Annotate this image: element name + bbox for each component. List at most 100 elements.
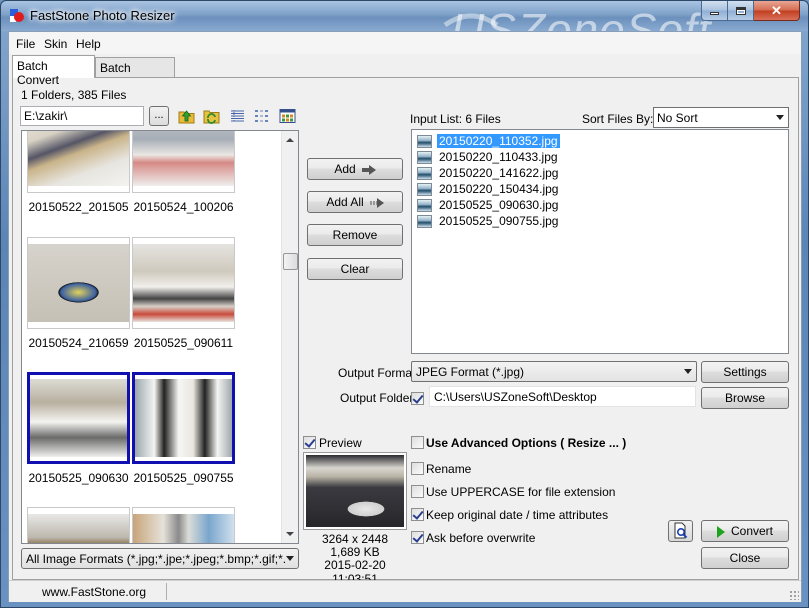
thumbnail-frame	[132, 237, 235, 329]
preview-image	[306, 455, 404, 527]
scrollbar-thumb[interactable]	[283, 253, 298, 270]
double-arrow-right-icon	[369, 197, 384, 208]
caption-buttons: ✕	[701, 1, 800, 21]
chevron-down-icon	[286, 556, 294, 561]
menu-help[interactable]: Help	[76, 37, 101, 51]
list-item[interactable]: 20150220_110352.jpg	[417, 133, 560, 149]
thumbnail-view-icon[interactable]	[279, 108, 296, 124]
file-name: 20150220_110433.jpg	[439, 150, 558, 164]
thumbnail-image	[133, 514, 234, 543]
thumbnail-item[interactable]: 20150524_210659	[27, 237, 130, 350]
output-folder-checkbox[interactable]	[411, 392, 424, 405]
thumbnail-frame	[132, 131, 235, 193]
minimize-icon	[710, 12, 719, 15]
minimize-button[interactable]	[701, 1, 728, 21]
title-bar[interactable]: FastStone Photo Resizer USZoneSoft.com ✕	[1, 1, 808, 56]
thumbnail-label: 20150524_210659	[28, 336, 129, 350]
add-all-button[interactable]: Add All	[307, 191, 403, 213]
play-icon	[716, 525, 725, 538]
thumbnail-frame	[132, 507, 235, 543]
browse-folder-button[interactable]: ...	[149, 106, 169, 126]
settings-button[interactable]: Settings	[701, 361, 789, 383]
image-file-icon	[417, 166, 432, 180]
clear-button[interactable]: Clear	[307, 258, 403, 280]
image-file-icon	[417, 182, 432, 196]
folder-count: 1 Folders, 385 Files	[21, 88, 127, 102]
uppercase-extension-label[interactable]: Use UPPERCASE for file extension	[426, 485, 615, 499]
ask-overwrite-checkbox[interactable]	[411, 531, 424, 544]
output-format-select[interactable]: JPEG Format (*.jpg)	[411, 361, 697, 382]
status-bar: www.FastStone.org	[9, 580, 801, 602]
thumbnail-item[interactable]: 20150522_201505	[27, 131, 130, 214]
convert-button-label: Convert	[730, 524, 774, 538]
input-file-list[interactable]: 20150220_110352.jpg 20150220_110433.jpg …	[411, 129, 789, 354]
add-all-button-label: Add All	[326, 195, 364, 209]
preview-output-button[interactable]	[668, 520, 693, 542]
output-folder-value: C:\Users\USZoneSoft\Desktop	[434, 390, 597, 404]
ask-overwrite-label[interactable]: Ask before overwrite	[426, 531, 535, 545]
folder-refresh-icon[interactable]	[203, 108, 220, 124]
thumbnail-label: 20150525_090755	[133, 471, 234, 485]
file-name: 20150220_110352.jpg	[437, 134, 560, 148]
close-icon: ✕	[771, 2, 782, 18]
preview-dimensions: 3264 x 2448	[321, 532, 389, 546]
file-name: 20150220_150434.jpg	[439, 182, 559, 196]
client-area: File Skin Help Batch Convert Batch Renam…	[8, 31, 802, 602]
preview-file-size: 1,689 KB	[330, 545, 380, 559]
folder-up-icon[interactable]	[178, 108, 195, 124]
output-folder-label: Output Folder:	[340, 391, 417, 405]
remove-button[interactable]: Remove	[307, 224, 403, 246]
list-item[interactable]: 20150220_141622.jpg	[417, 165, 560, 181]
preview-checkbox[interactable]	[303, 436, 316, 449]
thumbnail-frame	[27, 131, 130, 193]
advanced-options-label[interactable]: Use Advanced Options ( Resize ... )	[426, 436, 626, 450]
output-folder-input[interactable]: C:\Users\USZoneSoft\Desktop	[429, 386, 696, 407]
sort-select[interactable]: No Sort	[653, 107, 789, 128]
menu-skin[interactable]: Skin	[44, 37, 67, 51]
output-format-label: Output Format:	[338, 366, 419, 380]
add-button[interactable]: Add	[307, 158, 403, 180]
thumbnail-item[interactable]: 20150524_100206	[132, 131, 235, 214]
tab-batch-rename[interactable]: Batch Rename	[95, 57, 175, 89]
close-window-button[interactable]: ✕	[754, 1, 800, 21]
details-view-icon[interactable]	[229, 108, 246, 124]
thumbnail-item[interactable]	[132, 507, 235, 543]
close-button[interactable]: Close	[701, 547, 789, 569]
convert-button[interactable]: Convert	[701, 520, 789, 542]
thumbnail-browser[interactable]: 20150522_201505 20150524_100206 20150524…	[21, 130, 299, 544]
file-filter-select[interactable]: All Image Formats (*.jpg;*.jpe;*.jpeg;*.…	[21, 548, 299, 569]
thumbnail-image	[30, 379, 127, 457]
app-window: FastStone Photo Resizer USZoneSoft.com ✕…	[0, 0, 809, 608]
keep-date-label[interactable]: Keep original date / time attributes	[426, 508, 608, 522]
list-item[interactable]: 20150220_150434.jpg	[417, 181, 560, 197]
thumbnail-item[interactable]: 20150525_090611	[132, 237, 235, 350]
window-title: FastStone Photo Resizer	[30, 8, 175, 23]
tab-batch-convert[interactable]: Batch Convert	[12, 55, 95, 87]
thumbnail-label: 20150525_090611	[133, 336, 234, 350]
list-item[interactable]: 20150525_090630.jpg	[417, 197, 560, 213]
uppercase-extension-checkbox[interactable]	[411, 485, 424, 498]
scroll-up-icon[interactable]	[286, 138, 294, 142]
advanced-options-checkbox[interactable]	[411, 436, 424, 449]
resize-grip[interactable]	[789, 590, 799, 600]
browse-output-button[interactable]: Browse	[701, 387, 789, 409]
keep-date-checkbox[interactable]	[411, 508, 424, 521]
folder-path-input[interactable]	[20, 106, 144, 126]
rename-checkbox[interactable]	[411, 462, 424, 475]
website-link[interactable]: www.FastStone.org	[42, 585, 146, 599]
list-item[interactable]: 20150220_110433.jpg	[417, 149, 560, 165]
menu-file[interactable]: File	[16, 37, 35, 51]
thumbnail-item[interactable]	[27, 507, 130, 543]
input-list-label: Input List: 6 Files	[410, 112, 501, 126]
rename-label[interactable]: Rename	[426, 462, 471, 476]
list-item[interactable]: 20150525_090755.jpg	[417, 213, 560, 229]
output-format-value: JPEG Format (*.jpg)	[416, 365, 525, 379]
thumbnail-item-selected[interactable]: 20150525_090630	[27, 372, 130, 485]
app-logo-icon	[10, 9, 24, 22]
thumbnail-scrollbar[interactable]	[281, 131, 298, 543]
scroll-down-icon[interactable]	[286, 532, 294, 536]
arrow-right-icon	[361, 164, 376, 175]
list-view-icon[interactable]	[254, 108, 271, 124]
maximize-button[interactable]	[728, 1, 754, 21]
thumbnail-item-selected[interactable]: 20150525_090755	[132, 372, 235, 485]
